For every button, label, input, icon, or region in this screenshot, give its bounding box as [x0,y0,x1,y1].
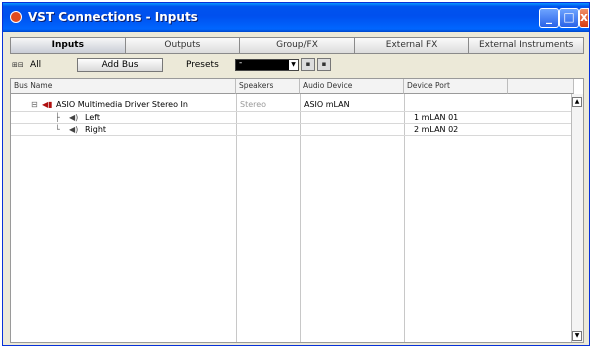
maximize-button[interactable]: □ [559,8,579,28]
bus-table: Bus Name Speakers Audio Device Device Po… [10,78,584,343]
column-header-audio-device[interactable]: Audio Device [300,79,404,94]
presets-dropdown[interactable]: - ▼ [235,58,299,71]
tab-external-fx[interactable]: External FX [354,37,470,54]
tab-inputs[interactable]: Inputs [10,37,126,54]
tree-branch-icon: └ [55,125,60,134]
column-header-speakers[interactable]: Speakers [236,79,300,94]
tab-outputs[interactable]: Outputs [125,37,241,54]
tab-bar: Inputs Outputs Group/FX External FX Exte… [10,37,584,54]
channel-name: Left [85,113,101,122]
vst-connections-window: VST Connections - Inputs _ □ x Inputs Ou… [2,2,590,346]
minimize-button[interactable]: _ [539,8,559,28]
collapse-tree-icon[interactable]: ⊟ [31,100,38,110]
window-title: VST Connections - Inputs [28,10,198,24]
store-preset-button[interactable]: ▪ [301,58,315,71]
toolbar: ⊞⊟ All Add Bus Presets - ▼ ▪ ▪ [10,57,584,75]
speaker-icon: ◀) [69,125,79,134]
chevron-down-icon: ▼ [289,60,298,70]
scroll-down-icon[interactable]: ▼ [572,331,582,341]
app-icon [10,11,22,23]
column-divider [236,94,237,342]
speakers-value[interactable]: Stereo [240,99,266,111]
presets-value: - [239,58,243,68]
device-port-value[interactable]: 2 mLAN 02 [414,124,458,136]
close-button[interactable]: x [579,8,589,28]
column-header-device-port[interactable]: Device Port [404,79,508,94]
device-port-value[interactable]: 1 mLAN 01 [414,112,458,124]
expand-collapse-all-icon[interactable]: ⊞⊟ [12,61,26,69]
presets-label: Presets [186,60,219,70]
tab-external-instruments[interactable]: External Instruments [469,37,584,54]
column-header-empty [508,79,574,94]
all-label: All [30,60,42,70]
column-divider [300,94,301,342]
column-divider [404,94,405,342]
remove-preset-button[interactable]: ▪ [317,58,331,71]
tree-branch-icon: ├ [55,113,60,122]
speaker-icon: ◀) [69,113,79,122]
vertical-scrollbar[interactable]: ▲ ▼ [571,94,583,342]
title-bar[interactable]: VST Connections - Inputs _ □ x [3,3,589,32]
column-header-bus-name[interactable]: Bus Name [11,79,236,94]
channel-name: Right [85,125,107,134]
tab-group-fx[interactable]: Group/FX [240,37,355,54]
speaker-icon: ◀▮ [42,100,53,109]
audio-device-value[interactable]: ASIO mLAN [304,99,350,111]
bus-name: ASIO Multimedia Driver Stereo In [56,100,188,109]
add-bus-button[interactable]: Add Bus [77,58,163,72]
scroll-up-icon[interactable]: ▲ [572,97,582,107]
